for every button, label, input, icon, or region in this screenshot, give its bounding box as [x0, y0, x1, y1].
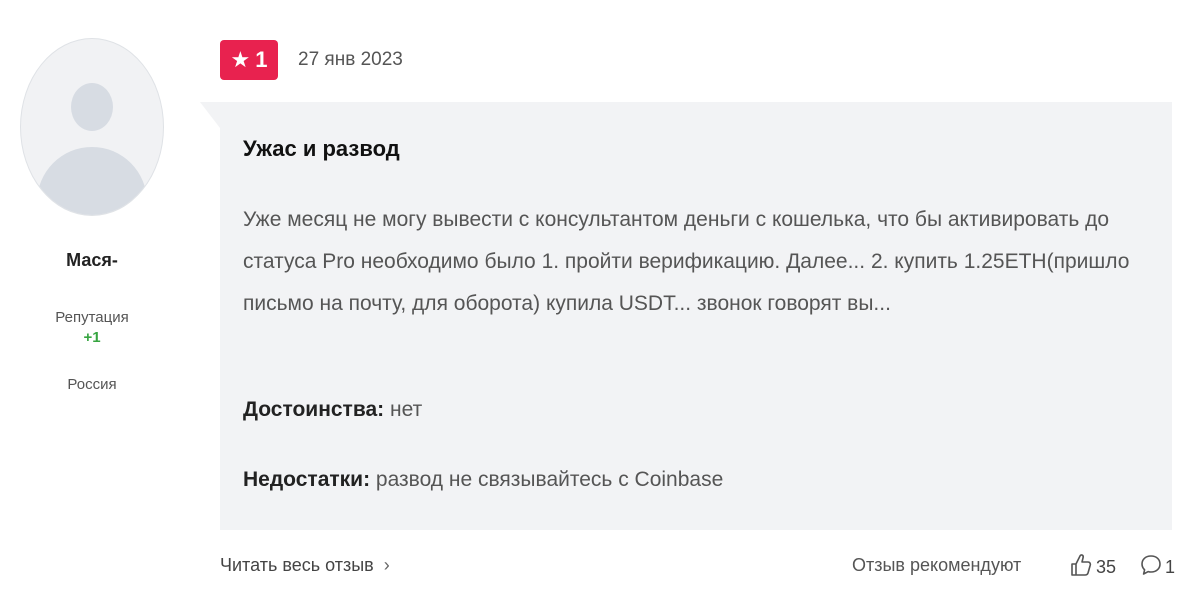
like-button[interactable]: 35 [1070, 553, 1116, 582]
author-name[interactable]: Мася- [20, 250, 164, 271]
avatar-body-shape [37, 147, 147, 215]
bubble-tail [200, 102, 220, 128]
comment-icon [1140, 553, 1162, 582]
avatar-head-shape [71, 83, 113, 131]
reputation-label: Репутация [55, 309, 129, 326]
reputation-value: +1 [83, 329, 101, 346]
comments-button[interactable]: 1 [1140, 553, 1175, 582]
author-panel: Мася- Репутация +1 Россия [20, 38, 164, 393]
thumbs-up-icon [1070, 553, 1092, 582]
likes-count: 35 [1096, 557, 1117, 577]
review-date: 27 янв 2023 [298, 49, 403, 70]
review-footer: Читать весь отзыв › Отзыв рекомендуют 35… [220, 553, 1200, 585]
rating-row: ★ 1 27 янв 2023 [220, 40, 403, 80]
review-title[interactable]: Ужас и развод [243, 136, 400, 162]
avatar[interactable] [20, 38, 164, 216]
pros-value: нет [390, 398, 423, 421]
rating-badge: ★ 1 [220, 40, 278, 80]
read-more-link[interactable]: Читать весь отзыв › [220, 555, 390, 576]
cons-label: Недостатки: [243, 468, 371, 491]
recommend-label: Отзыв рекомендуют [852, 555, 1022, 575]
review-cons: Недостатки: развод не связывайтесь с Coi… [243, 468, 723, 492]
pros-label: Достоинства: [243, 398, 385, 421]
read-more-label: Читать весь отзыв [220, 555, 374, 575]
review-pros: Достоинства: нет [243, 398, 422, 422]
cons-value: развод не связывайтесь с Coinbase [375, 468, 724, 491]
author-country: Россия [67, 376, 117, 393]
review-card: Ужас и развод Уже месяц не могу вывести … [220, 102, 1172, 530]
review-text: Уже месяц не могу вывести с консультанто… [243, 208, 1130, 315]
rating-value: 1 [255, 47, 268, 72]
star-icon: ★ [230, 47, 251, 72]
comments-count: 1 [1165, 557, 1176, 577]
chevron-right-icon: › [383, 555, 390, 575]
